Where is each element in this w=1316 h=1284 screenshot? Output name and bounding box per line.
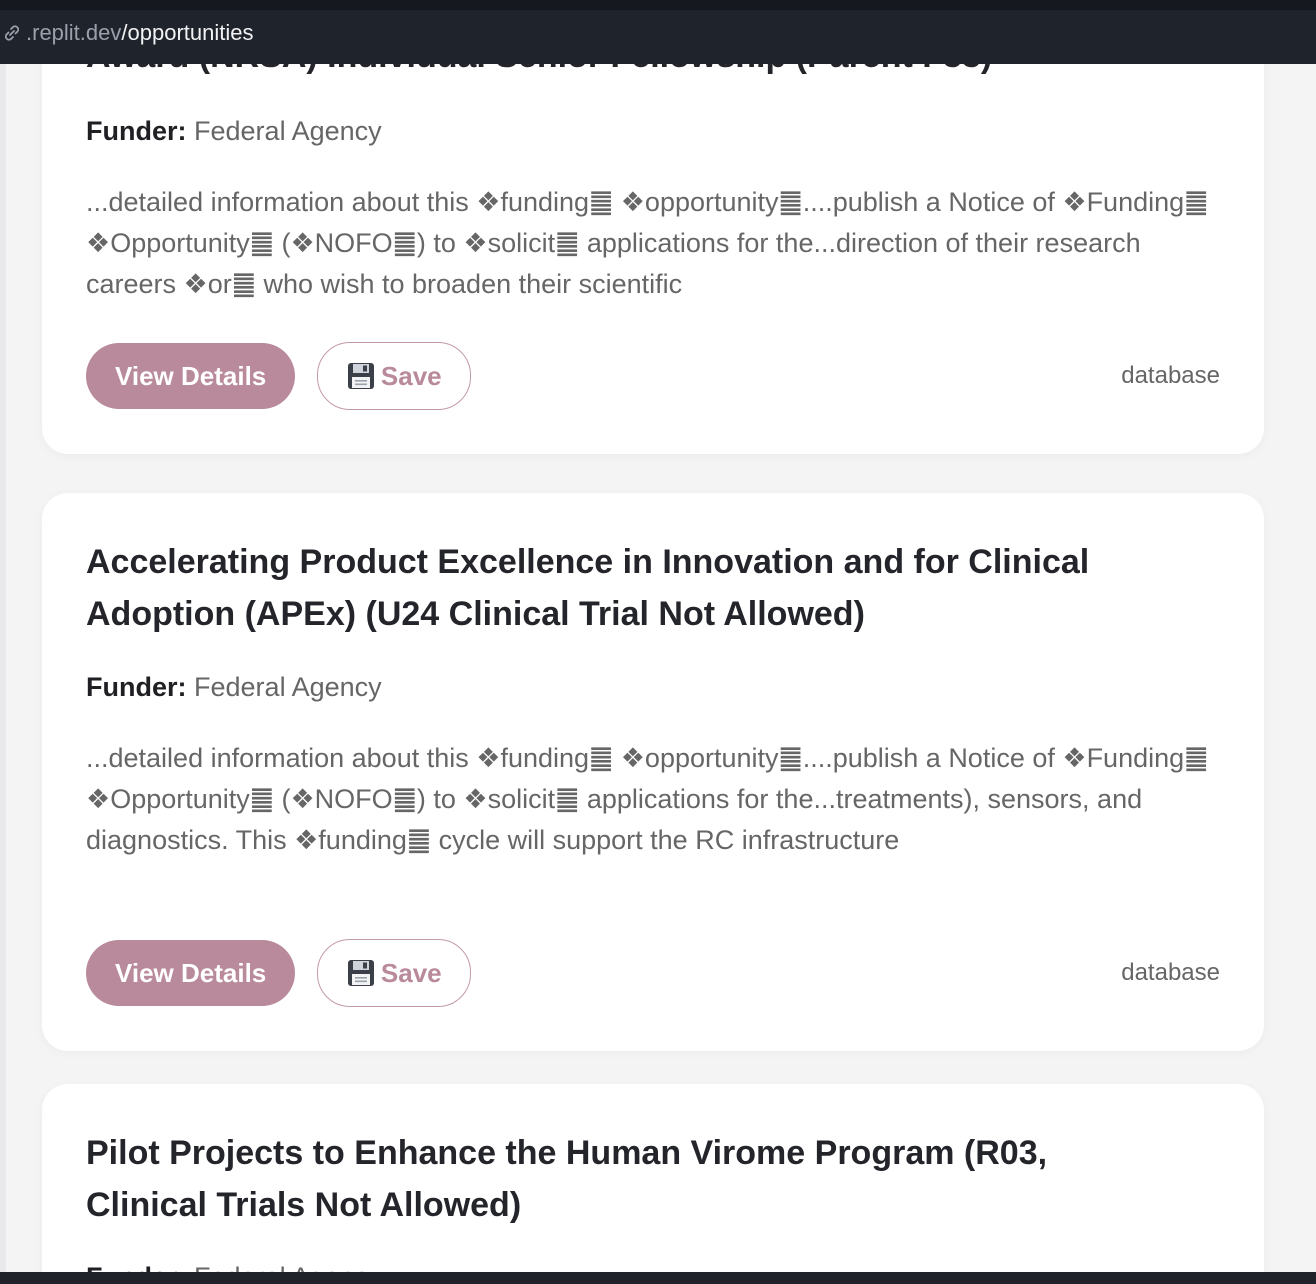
opportunity-card: Accelerating Product Excellence in Innov… bbox=[42, 493, 1264, 1051]
funder-line: Funder: Federal Agency bbox=[86, 116, 382, 147]
opportunity-description: ...detailed information about this ❖fund… bbox=[86, 743, 1209, 855]
opportunity-title[interactable]: Pilot Projects to Enhance the Human Viro… bbox=[86, 1127, 1166, 1231]
view-details-button[interactable]: View Details bbox=[86, 940, 296, 1006]
opportunity-title[interactable]: Accelerating Product Excellence in Innov… bbox=[86, 536, 1196, 640]
source-label: database bbox=[1121, 959, 1220, 986]
bottom-bar bbox=[0, 1272, 1316, 1284]
browser-url-bar: .replit.dev/opportunities bbox=[0, 0, 1316, 64]
funder-line: Funder: Federal Agency bbox=[86, 672, 382, 703]
funder-label: Funder: bbox=[86, 672, 187, 702]
page-left-edge bbox=[0, 0, 6, 1284]
opportunity-card: Award (NRSA) Individual Senior Fellowshi… bbox=[42, 0, 1264, 454]
url-host: .replit.dev bbox=[26, 20, 122, 45]
opportunities-page: Award (NRSA) Individual Senior Fellowshi… bbox=[0, 0, 1316, 1284]
save-label: Save bbox=[380, 957, 442, 988]
opportunity-description: ...detailed information about this ❖fund… bbox=[86, 187, 1209, 299]
source-label: database bbox=[1121, 362, 1220, 389]
link-icon bbox=[4, 25, 20, 41]
save-button[interactable]: Save bbox=[317, 342, 472, 410]
view-details-button[interactable]: View Details bbox=[86, 343, 296, 409]
funder-value: Federal Agency bbox=[194, 116, 382, 146]
funder-value: Federal Agency bbox=[194, 672, 382, 702]
save-button[interactable]: Save bbox=[317, 939, 472, 1007]
card-actions: View Details Save database bbox=[86, 342, 1220, 410]
card-actions: View Details Save database bbox=[86, 939, 1220, 1007]
funder-label: Funder: bbox=[86, 116, 187, 146]
save-label: Save bbox=[380, 360, 442, 391]
opportunity-card: Pilot Projects to Enhance the Human Viro… bbox=[42, 1084, 1264, 1284]
floppy-disk-icon bbox=[347, 960, 374, 986]
url-path: /opportunities bbox=[121, 20, 254, 45]
address-field[interactable]: .replit.dev/opportunities bbox=[0, 18, 253, 48]
floppy-disk-icon bbox=[347, 363, 374, 389]
